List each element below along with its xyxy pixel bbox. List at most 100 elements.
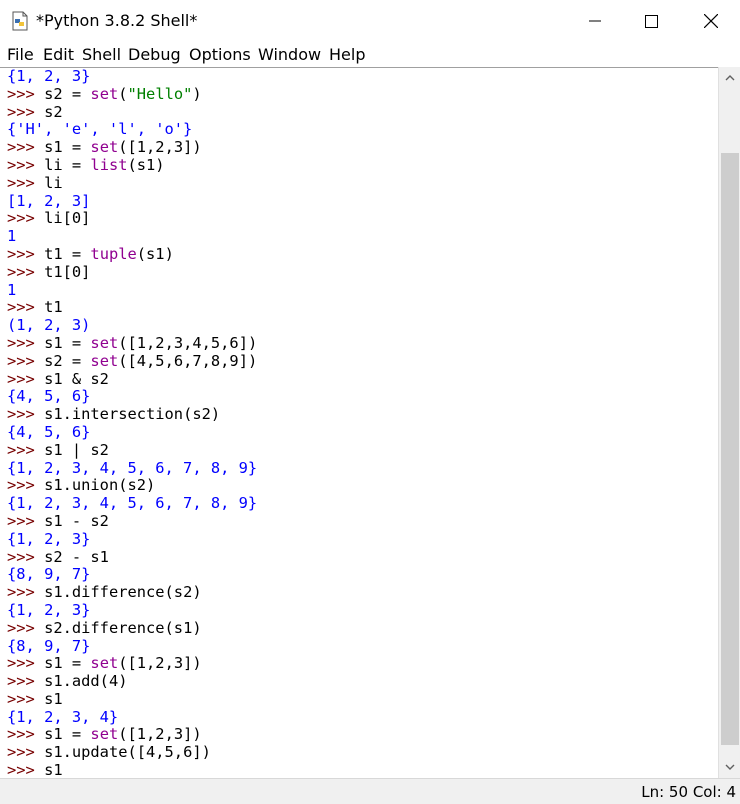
close-icon bbox=[704, 14, 718, 28]
code-text: s1 - s2 bbox=[44, 511, 109, 530]
prompt-marker: >>> bbox=[7, 155, 45, 174]
shell-line: [1, 2, 3] bbox=[7, 192, 257, 211]
shell-line: >>> s1.add(4) bbox=[7, 672, 257, 691]
menu-edit[interactable]: Edit bbox=[43, 45, 74, 64]
shell-line: >>> s1 = set([1,2,3]) bbox=[7, 654, 257, 673]
code-text: "Hello" bbox=[127, 84, 193, 103]
prompt-marker: >>> bbox=[7, 743, 45, 762]
output-text: 1 bbox=[7, 280, 17, 299]
shell-line: >>> s1 = set([1,2,3]) bbox=[7, 138, 257, 157]
code-text: s2 = bbox=[44, 351, 91, 370]
output-text: {8, 9, 7} bbox=[7, 565, 91, 584]
output-text: (1, 2, 3) bbox=[7, 316, 91, 335]
prompt-marker: >>> bbox=[7, 547, 45, 566]
output-text: {1, 2, 3, 4} bbox=[7, 707, 119, 726]
code-text: s1.add(4) bbox=[44, 672, 128, 691]
code-text: s1 = bbox=[44, 333, 91, 352]
code-text: s2.difference(s1) bbox=[44, 618, 202, 637]
title-bar: *Python 3.8.2 Shell* bbox=[0, 0, 740, 42]
minimize-icon bbox=[589, 20, 601, 22]
shell-line: {8, 9, 7} bbox=[7, 565, 257, 584]
menu-options[interactable]: Options bbox=[189, 45, 251, 64]
output-text: {4, 5, 6} bbox=[7, 422, 91, 441]
code-text: set bbox=[90, 333, 119, 352]
scroll-down-button[interactable] bbox=[719, 756, 740, 778]
vertical-scrollbar[interactable] bbox=[718, 67, 740, 778]
scrollbar-thumb[interactable] bbox=[721, 153, 739, 745]
shell-line: {4, 5, 6} bbox=[7, 422, 257, 442]
prompt-marker: >>> bbox=[7, 244, 45, 263]
shell-line: >>> s1.update([4,5,6]) bbox=[7, 743, 257, 762]
code-text: ([1,2,3,4,5,6]) bbox=[118, 333, 258, 352]
menu-shell[interactable]: Shell bbox=[82, 45, 121, 64]
shell-line: >>> t1 = tuple(s1) bbox=[7, 244, 257, 264]
status-line: Ln: 50 bbox=[641, 783, 689, 801]
shell-line: {1, 2, 3, 4, 5, 6, 7, 8, 9} bbox=[7, 494, 257, 513]
shell-line: {8, 9, 7} bbox=[7, 636, 257, 656]
shell-line: >>> s2 = set("Hello") bbox=[7, 84, 257, 104]
shell-line: {'H', 'e', 'l', 'o'} bbox=[7, 120, 257, 139]
prompt-marker: >>> bbox=[7, 369, 45, 388]
code-text: li bbox=[44, 173, 63, 192]
code-text: s2 = bbox=[44, 84, 91, 103]
menu-debug[interactable]: Debug bbox=[128, 45, 181, 64]
prompt-marker: >>> bbox=[7, 209, 45, 228]
prompt-marker: >>> bbox=[7, 84, 45, 103]
prompt-marker: >>> bbox=[7, 725, 45, 744]
scroll-up-button[interactable] bbox=[719, 67, 740, 89]
shell-line: >>> s1 & s2 bbox=[7, 369, 257, 389]
code-text: set bbox=[90, 654, 119, 673]
code-text: list bbox=[90, 155, 128, 174]
shell-output: {1, 2, 3} >>> s2 = set("Hello") >>> s2 {'H'… bbox=[7, 68, 257, 779]
shell-line: >>> s1 | s2 bbox=[7, 440, 257, 460]
code-text: s1 | s2 bbox=[44, 440, 109, 459]
prompt-marker: >>> bbox=[7, 672, 45, 691]
code-text: set bbox=[90, 138, 119, 157]
prompt-marker: >>> bbox=[7, 761, 45, 779]
menu-file[interactable]: File bbox=[7, 45, 34, 64]
prompt-marker: >>> bbox=[7, 333, 45, 352]
output-text: 1 bbox=[7, 227, 17, 246]
shell-line: >>> s1 = set([1,2,3,4,5,6]) bbox=[7, 333, 258, 353]
shell-line: 1 bbox=[7, 227, 257, 246]
prompt-marker: >>> bbox=[7, 102, 45, 121]
shell-line: >>> s1.union(s2) bbox=[7, 476, 257, 495]
minimize-button[interactable] bbox=[566, 0, 624, 42]
output-text: {'H', 'e', 'l', 'o'} bbox=[7, 120, 193, 139]
output-text: {4, 5, 6} bbox=[7, 387, 91, 406]
shell-line: >>> s1 = set([1,2,3]) bbox=[7, 726, 257, 744]
output-text: {1, 2, 3} bbox=[7, 529, 91, 548]
code-text: ) bbox=[192, 84, 202, 103]
maximize-button[interactable] bbox=[622, 0, 680, 42]
shell-line: >>> s1.difference(s2) bbox=[7, 583, 257, 602]
status-bar: Ln: 50 Col: 4 bbox=[0, 778, 740, 804]
code-text: s1 & s2 bbox=[44, 369, 109, 388]
shell-line: >>> s1 bbox=[7, 690, 257, 709]
code-text: t1[0] bbox=[44, 262, 91, 281]
shell-line: 1 bbox=[7, 280, 257, 300]
prompt-marker: >>> bbox=[7, 583, 45, 602]
prompt-marker: >>> bbox=[7, 440, 45, 459]
prompt-marker: >>> bbox=[7, 138, 45, 157]
code-text: s1.union(s2) bbox=[44, 476, 156, 495]
python-file-icon bbox=[12, 11, 28, 31]
shell-line: (1, 2, 3) bbox=[7, 316, 257, 335]
output-text: {1, 2, 3} bbox=[7, 600, 91, 619]
menu-bar: File Edit Shell Debug Options Window Hel… bbox=[0, 42, 740, 67]
output-text: {1, 2, 3} bbox=[7, 67, 91, 85]
shell-text-area[interactable]: {1, 2, 3} >>> s2 = set("Hello") >>> s2 {'H'… bbox=[0, 67, 718, 779]
output-text: {1, 2, 3, 4, 5, 6, 7, 8, 9} bbox=[7, 458, 258, 477]
menu-window[interactable]: Window bbox=[258, 45, 321, 64]
code-text: li[0] bbox=[44, 209, 91, 228]
prompt-marker: >>> bbox=[7, 405, 45, 424]
prompt-marker: >>> bbox=[7, 173, 45, 192]
code-text: s1 = bbox=[44, 725, 91, 744]
code-text: s1.intersection(s2) bbox=[44, 405, 221, 424]
output-text: {8, 9, 7} bbox=[7, 636, 91, 655]
close-button[interactable] bbox=[682, 0, 740, 42]
maximize-icon bbox=[644, 14, 658, 28]
code-text: s1.difference(s2) bbox=[44, 583, 202, 602]
code-text: s1 = bbox=[44, 654, 91, 673]
menu-help[interactable]: Help bbox=[329, 45, 365, 64]
code-text: s1.update([4,5,6]) bbox=[44, 743, 211, 762]
